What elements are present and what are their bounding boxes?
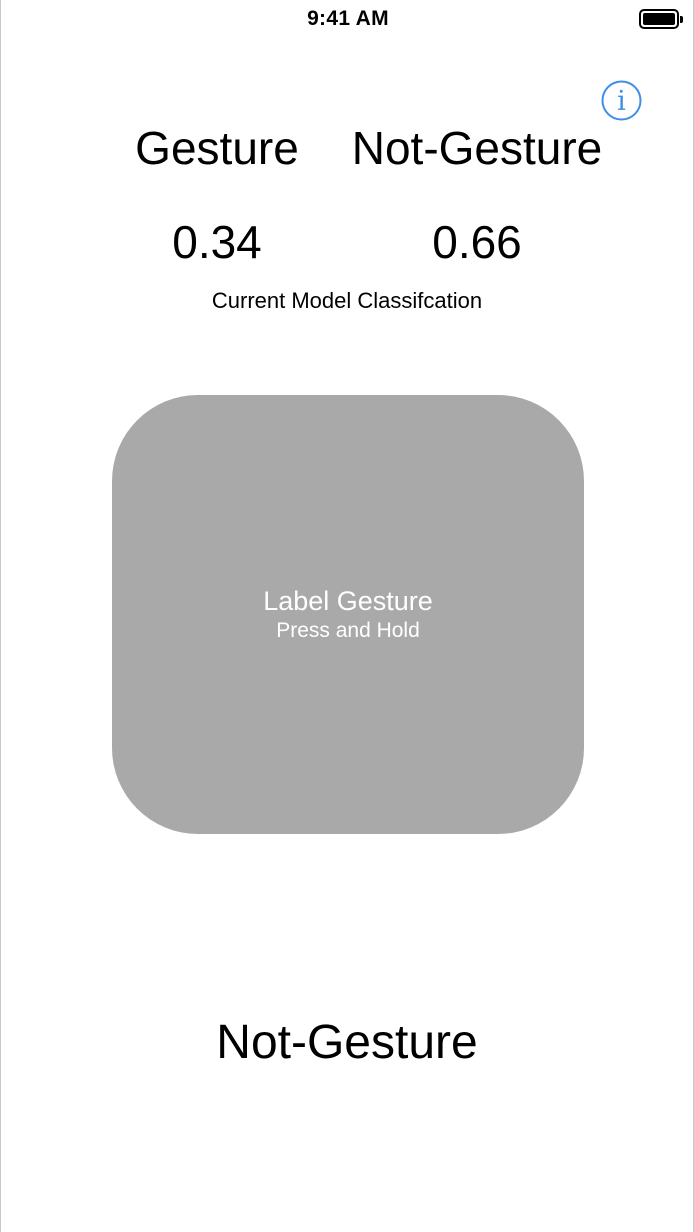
pad-subtitle: Press and Hold (276, 619, 420, 642)
pad-title: Label Gesture (263, 586, 433, 616)
info-icon: i (601, 80, 642, 121)
gesture-class-label: Gesture (135, 122, 299, 174)
app-screen: 9:41 AM i Gesture Not-Gesture 0.34 0.66 … (0, 0, 694, 1232)
info-glyph: i (617, 86, 626, 117)
info-button[interactable]: i (601, 80, 642, 121)
status-time: 9:41 AM (307, 7, 389, 30)
model-classification-caption: Current Model Classifcation (211, 288, 483, 313)
battery-full-icon (639, 9, 683, 29)
not-gesture-class-label: Not-Gesture (351, 122, 603, 174)
status-bar: 9:41 AM (1, 0, 694, 40)
not-gesture-score: 0.66 (432, 216, 522, 268)
gesture-score: 0.34 (172, 216, 262, 268)
current-result-label: Not-Gesture (216, 1016, 478, 1069)
label-gesture-pad[interactable]: Label Gesture Press and Hold (112, 395, 584, 834)
